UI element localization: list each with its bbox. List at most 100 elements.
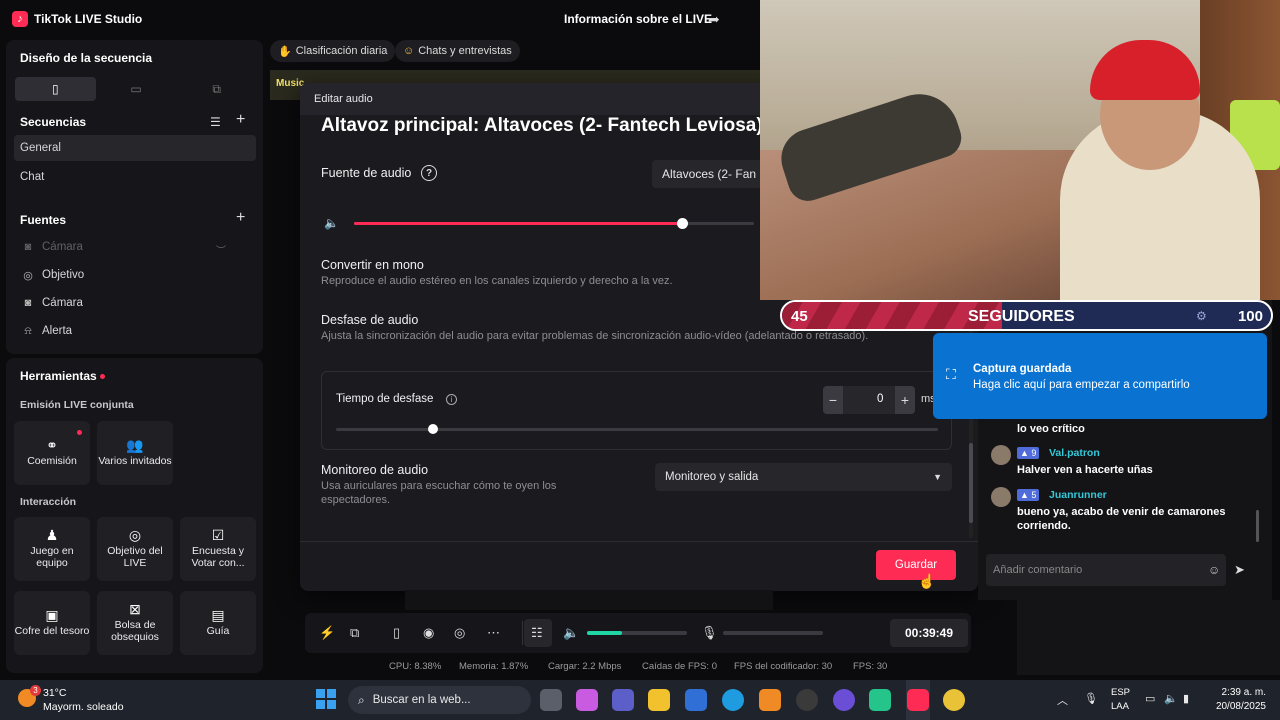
emoji-icon[interactable]: ☺ <box>1208 563 1220 577</box>
chat-scrollbar[interactable] <box>1256 510 1259 542</box>
sliders-icon[interactable]: ☷ <box>531 625 543 641</box>
weather-temperature[interactable]: 31°C <box>43 687 66 699</box>
poll-button[interactable]: ☑ Encuesta y Votar con... <box>180 517 256 581</box>
chat-message-text: Halver ven a hacerte uñas <box>1017 464 1153 476</box>
search-placeholder: Buscar en la web... <box>372 694 471 706</box>
decrement-button[interactable]: − <box>823 386 843 414</box>
phone-icon[interactable]: ▯ <box>393 625 400 641</box>
language[interactable]: ESP <box>1111 687 1130 698</box>
app-circle-icon[interactable] <box>833 689 855 711</box>
app-title: TikTok LIVE Studio <box>34 12 143 26</box>
add-source-icon[interactable]: + <box>236 209 245 227</box>
offset-knob[interactable] <box>428 424 438 434</box>
volume-knob[interactable] <box>677 218 688 229</box>
mic-level-meter[interactable] <box>723 631 823 635</box>
chrome-icon[interactable] <box>943 689 965 711</box>
bell-icon: ⍾ <box>24 324 32 337</box>
windows-start-icon[interactable] <box>316 689 336 709</box>
speaker-level-fill <box>587 631 622 635</box>
guide-button[interactable]: ▤ Guía <box>180 591 256 655</box>
keyboard-layout[interactable]: LAA <box>1111 701 1129 712</box>
add-sequence-icon[interactable]: + <box>236 111 245 129</box>
increment-button[interactable]: + <box>895 386 915 414</box>
send-icon[interactable]: ➤ <box>1234 562 1245 578</box>
speaker-level-meter[interactable] <box>587 631 687 635</box>
store-icon[interactable] <box>685 689 707 711</box>
level-value: 9 <box>1031 448 1037 458</box>
dual-layout-button[interactable]: ⧉ <box>176 77 257 101</box>
comment-input[interactable]: Añadir comentario <box>986 554 1226 586</box>
live-goal-button[interactable]: ◎ Objetivo del LIVE <box>97 517 173 581</box>
stat-encoder-fps: FPS del codificador: 30 <box>734 661 833 672</box>
weather-description[interactable]: Mayorm. soleado <box>43 701 124 713</box>
source-item-camera[interactable]: ◙ Cámara <box>14 290 256 316</box>
eye-hidden-icon[interactable]: ︶ <box>216 242 226 257</box>
offset-slider[interactable] <box>336 424 938 434</box>
monitoring-value: Monitoreo y salida <box>665 471 759 483</box>
volume-icon[interactable]: 🔈 <box>324 216 339 230</box>
chat-username[interactable]: Val.patron <box>1049 447 1100 459</box>
share-icon[interactable]: ➦ <box>708 11 720 28</box>
save-button[interactable]: Guardar <box>876 550 956 580</box>
audio-source-label: Fuente de audio <box>321 166 412 180</box>
chevron-up-icon[interactable]: ︿ <box>1057 692 1068 708</box>
list-icon[interactable]: ☰ <box>210 115 221 129</box>
edge-icon[interactable] <box>722 689 744 711</box>
avatar[interactable] <box>991 487 1011 507</box>
team-game-button[interactable]: ♟ Juego en equipo <box>14 517 90 581</box>
task-view-icon[interactable] <box>540 689 562 711</box>
clock-time[interactable]: 2:39 a. m. <box>1222 687 1266 698</box>
source-item-alert[interactable]: ⍾ Alerta <box>14 318 256 344</box>
target-icon[interactable]: ◎ <box>454 625 465 641</box>
gear-icon[interactable]: ⚙ <box>1196 309 1207 323</box>
followers-goal: 100 <box>1237 308 1263 325</box>
app-green-icon[interactable] <box>869 689 891 711</box>
sequence-item-general[interactable]: General <box>14 135 256 161</box>
book-icon: ▤ <box>211 607 225 623</box>
gift-bag-button[interactable]: ⊠ Bolsa de obsequios <box>97 591 173 655</box>
screen-share-icon[interactable]: ⧉ <box>350 625 359 641</box>
portrait-layout-button[interactable]: ▯ <box>15 77 96 101</box>
xampp-icon[interactable] <box>759 689 781 711</box>
microphone-tray-icon[interactable]: 🎙 <box>1084 692 1098 705</box>
chats-interviews-chip[interactable]: ☺ Chats y entrevistas <box>395 40 520 62</box>
help-icon[interactable]: ? <box>421 165 437 181</box>
joint-live-title: Emisión LIVE conjunta <box>20 399 134 411</box>
chat-username[interactable]: Juanrunner <box>1049 489 1107 501</box>
dialog-header-label: Editar audio <box>314 93 373 105</box>
microphone-icon[interactable]: 🎙 <box>701 625 718 641</box>
clock-date[interactable]: 20/08/2025 <box>1216 701 1266 712</box>
landscape-layout-button[interactable]: ▭ <box>96 77 177 101</box>
magic-wand-icon[interactable]: ⚡ <box>319 625 335 641</box>
record-icon[interactable]: ◉ <box>423 625 434 641</box>
treasure-chest-button[interactable]: ▣ Cofre del tesoro <box>14 591 90 655</box>
info-icon[interactable]: i <box>446 394 457 405</box>
live-info-link[interactable]: Información sobre el LIVE <box>564 12 712 26</box>
teams-icon[interactable] <box>612 689 634 711</box>
source-item-objective[interactable]: ◎ Objetivo <box>14 262 256 288</box>
battery-icon[interactable]: ▮ <box>1183 692 1189 705</box>
daily-ranking-chip[interactable]: ✋ Clasificación diaria <box>270 40 396 62</box>
scroll-thumb[interactable] <box>969 443 973 523</box>
followers-current: 45 <box>791 308 808 325</box>
file-explorer-icon[interactable] <box>648 689 670 711</box>
screenshot-toast[interactable]: ⛶ Captura guardada Haga clic aquí para e… <box>933 333 1267 419</box>
sequence-item-chat[interactable]: Chat <box>14 164 256 190</box>
layout-title: Diseño de la secuencia <box>20 51 153 65</box>
avatar[interactable] <box>991 445 1011 465</box>
more-icon[interactable]: ⋯ <box>487 625 500 641</box>
copilot-icon[interactable] <box>576 689 598 711</box>
obs-icon[interactable] <box>796 689 818 711</box>
audio-source-select[interactable]: Altavoces (2- Fan <box>652 160 772 188</box>
network-icon[interactable]: ▭ <box>1145 692 1155 705</box>
taskbar-search[interactable]: ⌕ Buscar en la web... <box>348 686 531 714</box>
level-value: 5 <box>1031 490 1037 500</box>
chest-icon: ▣ <box>45 607 59 623</box>
volume-slider[interactable] <box>354 218 754 229</box>
multi-guest-button[interactable]: 👥 Varios invitados <box>97 421 173 485</box>
speaker-icon[interactable]: 🔈 <box>563 625 579 641</box>
volume-tray-icon[interactable]: 🔈 <box>1164 692 1178 705</box>
monitoring-select[interactable]: Monitoreo y salida ▼ <box>655 463 952 491</box>
offset-value[interactable]: 0 <box>877 393 883 405</box>
tiktok-live-studio-icon[interactable] <box>907 689 929 711</box>
